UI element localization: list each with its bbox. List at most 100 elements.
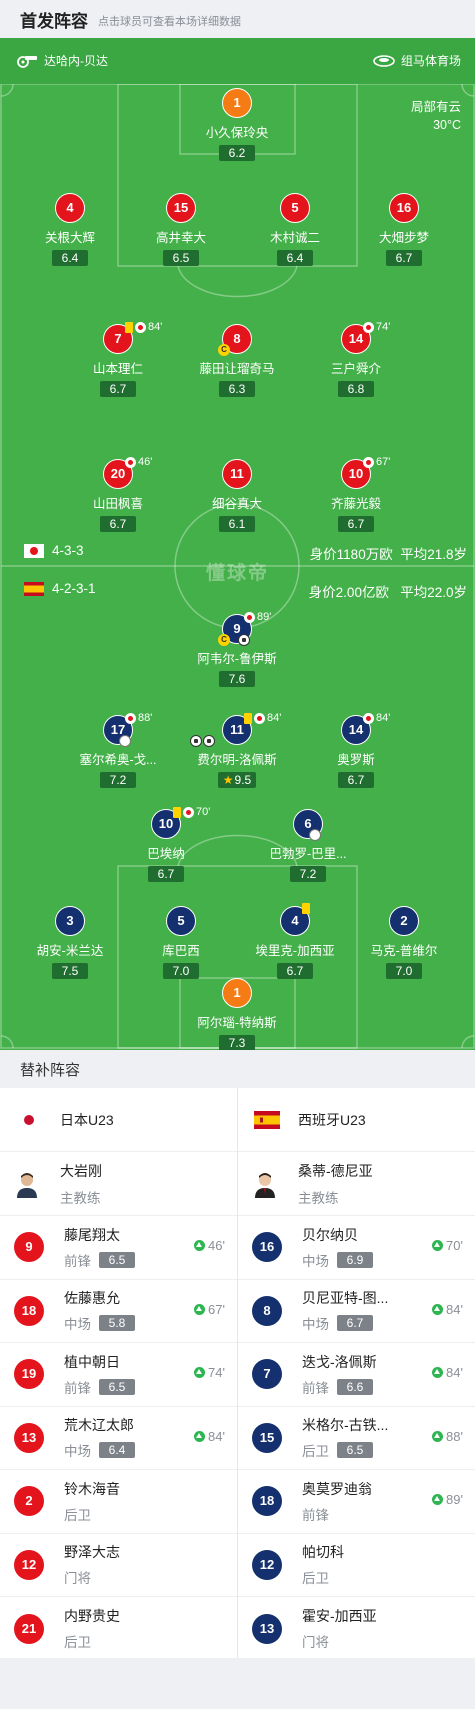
sub-in-minute: 89' xyxy=(432,1492,463,1507)
home-coach[interactable]: 大岩刚 主教练 xyxy=(0,1152,237,1216)
player-name: 细谷真大 xyxy=(211,497,262,511)
sub-player[interactable]: 19 植中朝日 前锋 6.5 74' xyxy=(0,1343,237,1407)
sub-player[interactable]: 18 佐藤惠允 中场 5.8 67' xyxy=(0,1280,237,1343)
player-away[interactable]: 10 70' 巴埃纳 6.7 xyxy=(111,806,221,883)
player-away[interactable]: 14 84' 奥罗斯 6.7 xyxy=(301,712,411,789)
sub-player[interactable]: 2 铃木海音 后卫 xyxy=(0,1470,237,1534)
player-position: 后卫 xyxy=(302,1444,329,1460)
jersey-number: 11 xyxy=(222,459,252,489)
player-position: 中场 xyxy=(302,1317,329,1333)
away-coach[interactable]: 桑蒂-德尼亚 主教练 xyxy=(238,1152,475,1216)
goal-ball-icon xyxy=(203,735,215,747)
sub-minute: 84' xyxy=(208,1428,225,1444)
player-name: 库巴西 xyxy=(162,944,200,958)
player-rating: 7.0 xyxy=(386,963,422,979)
player-away[interactable]: 5 库巴西 7.0 xyxy=(126,906,236,980)
player-rating: 6.3 xyxy=(219,381,255,397)
player-name: 贝尼亚特-图... xyxy=(302,1290,389,1307)
player-name: 山田枫喜 xyxy=(92,497,143,511)
player-home-gk[interactable]: 1 小久保玲央 6.2 xyxy=(182,88,292,162)
player-rating: 6.4 xyxy=(277,250,313,266)
player-rating: 7.0 xyxy=(163,963,199,979)
sub-out-icon xyxy=(363,456,374,468)
jersey-number: 5 xyxy=(280,193,310,223)
player-away[interactable]: 17 88' 塞尔希奥-戈... 7.2 xyxy=(63,712,173,789)
player-away[interactable]: 9 89' C 阿韦尔-鲁伊斯 7.6 xyxy=(182,611,292,688)
player-away[interactable]: 2 马克-普维尔 7.0 xyxy=(349,906,459,980)
player-home[interactable]: 7 84' 山本理仁 6.7 xyxy=(63,321,173,398)
sub-player[interactable]: 12 帕切科 后卫 xyxy=(238,1534,475,1597)
japan-flag-icon xyxy=(16,1110,42,1129)
player-away[interactable]: 4 埃里克-加西亚 6.7 xyxy=(240,903,350,980)
player-away-gk[interactable]: 1 阿尔瑙-特纳斯 7.3 xyxy=(182,978,292,1050)
player-rating: 7.2 xyxy=(290,866,326,882)
lineup-page: 首发阵容 点击球员可查看本场详细数据 达哈内-贝达 组马体育场 局部有云 30°… xyxy=(0,0,475,1709)
sub-minute: 74' xyxy=(208,1365,225,1380)
player-home[interactable]: 11 细谷真大 6.1 xyxy=(182,459,292,533)
home-team-row[interactable]: 日本U23 xyxy=(0,1088,237,1152)
player-home[interactable]: 15 高井幸大 6.5 xyxy=(126,193,236,267)
away-avg-age: 平均22.0岁 xyxy=(400,585,467,600)
player-name: 关根大辉 xyxy=(44,231,95,245)
away-subs-column: 西班牙U23 桑蒂-德尼亚 主教练 16 贝尔纳贝 中场 6.9 70' 8 贝… xyxy=(238,1088,475,1658)
sub-out-icon xyxy=(363,712,374,724)
away-team-row[interactable]: 西班牙U23 xyxy=(238,1088,475,1152)
sub-out-icon xyxy=(244,611,255,623)
sub-minute: 88' xyxy=(446,1428,463,1444)
player-home[interactable]: 10 67' 齐藤光毅 6.7 xyxy=(301,456,411,533)
jersey-number: 2 xyxy=(389,906,419,936)
jersey-number: 1 xyxy=(222,88,252,118)
player-home[interactable]: 4 关根大辉 6.4 xyxy=(15,193,125,267)
player-events: 84' xyxy=(125,321,162,333)
player-name: 迭戈-洛佩斯 xyxy=(302,1353,377,1370)
sub-player[interactable]: 7 迭戈-洛佩斯 前锋 6.6 84' xyxy=(238,1343,475,1407)
sub-minute: 46' xyxy=(208,1238,225,1253)
player-home[interactable]: 8 C 藤田让瑠奇马 6.3 xyxy=(182,324,292,398)
player-name: 内野贵史 xyxy=(64,1608,120,1625)
player-away[interactable]: 3 胡安-米兰达 7.5 xyxy=(15,906,125,980)
player-rating: 7.3 xyxy=(219,1035,255,1050)
jersey-number: 12 xyxy=(252,1549,282,1580)
jersey-number: 7 xyxy=(252,1359,282,1390)
player-rating: 6.5 xyxy=(163,250,199,266)
jersey-number: 13 xyxy=(252,1613,282,1644)
sub-player[interactable]: 13 霍安-加西亚 门将 xyxy=(238,1597,475,1661)
sub-player[interactable]: 9 藤尾翔太 前锋 6.5 46' xyxy=(0,1216,237,1280)
player-events xyxy=(302,903,312,914)
sub-player[interactable]: 15 米格尔-古铁... 后卫 6.5 88' xyxy=(238,1407,475,1470)
player-home[interactable]: 16 大畑步梦 6.7 xyxy=(349,193,459,267)
player-away[interactable]: 11 84' 费尔明-洛佩斯 9.5 xyxy=(182,712,292,789)
player-position: 前锋 xyxy=(64,1253,91,1269)
sub-in-minute: 88' xyxy=(432,1429,463,1444)
temperature: 30°C xyxy=(433,118,461,132)
player-rating: 6.7 xyxy=(338,772,374,788)
spain-flag-icon xyxy=(24,581,44,596)
sub-player[interactable]: 21 内野贵史 后卫 xyxy=(0,1597,237,1661)
player-away[interactable]: 6 巴勃罗-巴里... 7.2 xyxy=(253,809,363,883)
player-rating: 6.1 xyxy=(219,516,255,532)
jersey-number: 18 xyxy=(252,1486,282,1517)
player-home[interactable]: 14 74' 三户舜介 6.8 xyxy=(301,321,411,398)
sub-player[interactable]: 16 贝尔纳贝 中场 6.9 70' xyxy=(238,1216,475,1280)
sub-player[interactable]: 13 荒木辽太郎 中场 6.4 84' xyxy=(0,1407,237,1470)
sub-player[interactable]: 12 野泽大志 门将 xyxy=(0,1534,237,1597)
sub-player[interactable]: 8 贝尼亚特-图... 中场 6.7 84' xyxy=(238,1280,475,1343)
player-events: 89' xyxy=(244,611,271,623)
player-rating: 6.6 xyxy=(337,1378,373,1395)
player-position: 前锋 xyxy=(64,1380,91,1396)
sub-player[interactable]: 18 奥莫罗迪翁 前锋 89' xyxy=(238,1470,475,1534)
player-name: 胡安-米兰达 xyxy=(36,944,104,958)
player-home[interactable]: 20 46' 山田枫喜 6.7 xyxy=(63,456,173,533)
player-events: 67' xyxy=(363,456,390,468)
stadium-name: 组马体育场 xyxy=(400,54,461,68)
sub-minute: 89' xyxy=(446,1492,463,1507)
jersey-number: 15 xyxy=(252,1422,282,1453)
sub-in-icon xyxy=(432,1494,444,1505)
player-name: 贝尔纳贝 xyxy=(302,1226,358,1243)
sub-in-icon xyxy=(432,1430,444,1442)
away-formation-text: 4-2-3-1 xyxy=(52,581,96,596)
player-name: 米格尔-古铁... xyxy=(302,1417,389,1434)
sub-out-icon xyxy=(135,321,146,333)
lineup-header: 首发阵容 点击球员可查看本场详细数据 xyxy=(0,0,475,38)
player-home[interactable]: 5 木村诚二 6.4 xyxy=(240,193,350,267)
